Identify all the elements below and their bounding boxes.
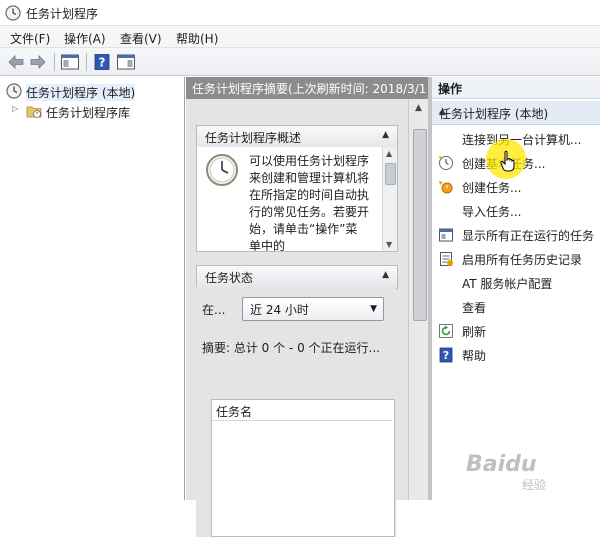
status-summary: 摘要: 总计 0 个 - 0 个正在运行... xyxy=(202,341,380,355)
window-title: 任务计划程序 xyxy=(26,7,99,21)
help-icon: ? xyxy=(439,347,453,363)
actions-group-header[interactable]: 任务计划程序 (本地) ▲ xyxy=(432,101,600,125)
action-enable-task-history[interactable]: 启用所有任务历史记录 xyxy=(432,247,600,271)
status-section-header[interactable]: 任务状态 ▲ xyxy=(196,265,398,289)
action-import-task[interactable]: 导入任务... xyxy=(432,199,600,223)
create-basic-task-icon xyxy=(439,156,453,170)
action-label: 查看 xyxy=(462,301,487,315)
action-label: 刷新 xyxy=(462,325,487,339)
overview-text: 可以使用任务计划程序来创建和管理计算机将在所指定的时间自动执行的常见任务。若要开… xyxy=(249,154,370,252)
scroll-thumb[interactable] xyxy=(413,129,427,321)
svg-text:?: ? xyxy=(99,56,106,70)
watermark-sub: 经验 xyxy=(522,478,547,492)
action-create-task[interactable]: 创建任务... xyxy=(432,175,600,199)
scroll-down-arrow-icon[interactable]: ▼ xyxy=(386,240,392,249)
show-hide-action-pane-icon[interactable] xyxy=(116,53,136,71)
tree-item-library-label: 任务计划程序库 xyxy=(46,106,131,120)
collapse-arrow-icon[interactable]: ▲ xyxy=(382,130,389,140)
summary-scrollbar[interactable]: ▲ xyxy=(408,99,428,500)
overview-section-header[interactable]: 任务计划程序概述 ▲ xyxy=(196,125,398,149)
help-icon[interactable]: ? xyxy=(92,53,112,71)
summary-header-text: 任务计划程序摘要(上次刷新时间: 2018/3/1 xyxy=(192,82,427,96)
watermark-logo: Baidu xyxy=(466,452,537,477)
title-bar: 任务计划程序 xyxy=(0,0,600,26)
forward-arrow-icon[interactable] xyxy=(28,53,48,71)
menu-help[interactable]: 帮助(H) xyxy=(176,30,218,47)
menu-file[interactable]: 文件(F) xyxy=(10,30,50,47)
task-history-icon xyxy=(440,252,453,266)
action-help[interactable]: ? 帮助 xyxy=(432,343,600,367)
clock-icon xyxy=(5,5,21,21)
task-table-header: 任务名 xyxy=(212,400,392,421)
overview-section-body: 可以使用任务计划程序来创建和管理计算机将在所指定的时间自动执行的常见任务。若要开… xyxy=(196,147,398,252)
action-label: 创建任务... xyxy=(462,181,522,195)
collapse-arrow-icon[interactable]: ▲ xyxy=(382,270,389,280)
action-label: AT 服务帐户配置 xyxy=(462,277,553,291)
action-label: 启用所有任务历史记录 xyxy=(462,253,583,267)
status-section-title: 任务状态 xyxy=(205,271,254,285)
action-refresh[interactable]: 刷新 xyxy=(432,319,600,343)
show-hide-console-tree-icon[interactable] xyxy=(60,53,80,71)
action-label: 导入任务... xyxy=(462,205,522,219)
tree-item-root[interactable]: 任务计划程序 (本地) xyxy=(0,81,184,101)
back-arrow-icon[interactable] xyxy=(6,53,26,71)
scroll-thumb[interactable] xyxy=(385,163,396,185)
actions-header: 操作 xyxy=(432,77,600,99)
refresh-icon xyxy=(439,324,453,338)
running-tasks-icon xyxy=(439,228,453,242)
toolbar-separator xyxy=(86,53,87,71)
overview-scrollbar[interactable]: ▲ ▼ xyxy=(382,147,397,251)
column-task-name[interactable]: 任务名 xyxy=(216,403,252,420)
collapse-arrow-icon[interactable]: ▲ xyxy=(439,107,596,117)
actions-header-text: 操作 xyxy=(438,82,463,96)
summary-header: 任务计划程序摘要(上次刷新时间: 2018/3/1 xyxy=(186,77,428,99)
toolbar: ? xyxy=(0,48,600,76)
scroll-up-arrow-icon[interactable]: ▲ xyxy=(386,149,392,158)
menu-bar: 文件(F) 操作(A) 查看(V) 帮助(H) xyxy=(0,26,600,48)
console-tree: 任务计划程序 (本地) ▷ 任务计划程序库 xyxy=(0,77,185,500)
tree-item-library[interactable]: ▷ 任务计划程序库 xyxy=(0,101,184,121)
scroll-up-arrow-icon[interactable]: ▲ xyxy=(415,103,422,113)
action-label: 帮助 xyxy=(462,349,487,363)
summary-pane: 任务计划程序摘要(上次刷新时间: 2018/3/1 任务计划程序概述 ▲ 可以使… xyxy=(186,77,428,537)
action-show-running-tasks[interactable]: 显示所有正在运行的任务 xyxy=(432,223,600,247)
watermark: Baidu 经验 xyxy=(460,448,600,498)
menu-action[interactable]: 操作(A) xyxy=(64,30,106,47)
actions-pane: 操作 任务计划程序 (本地) ▲ 连接到另一台计算机... 创建基本任务... … xyxy=(432,77,600,500)
action-label: 连接到另一台计算机... xyxy=(462,133,582,147)
menu-view[interactable]: 查看(V) xyxy=(120,30,162,47)
action-label: 显示所有正在运行的任务 xyxy=(462,229,595,243)
hand-cursor-icon xyxy=(500,150,515,172)
folder-clock-icon xyxy=(26,106,42,118)
svg-text:?: ? xyxy=(443,349,449,362)
task-status-table[interactable]: 任务名 xyxy=(211,399,395,537)
clock-icon xyxy=(6,83,22,99)
action-at-service-config[interactable]: AT 服务帐户配置 xyxy=(432,271,600,295)
action-view[interactable]: 查看 xyxy=(432,295,600,319)
time-range-dropdown[interactable]: 近 24 小时 ▼ xyxy=(242,297,384,321)
clock-icon xyxy=(206,154,238,186)
summary-content: 任务计划程序概述 ▲ 可以使用任务计划程序来创建和管理计算机将在所指定的时间自动… xyxy=(186,99,428,537)
tree-item-root-label: 任务计划程序 (本地) xyxy=(26,84,136,101)
expand-arrow-icon[interactable]: ▷ xyxy=(12,104,22,114)
create-task-icon xyxy=(439,181,453,194)
range-label: 在... xyxy=(202,303,226,317)
time-range-value: 近 24 小时 xyxy=(250,303,309,317)
toolbar-separator xyxy=(54,53,55,71)
chevron-down-icon: ▼ xyxy=(370,304,377,314)
overview-section-title: 任务计划程序概述 xyxy=(205,131,302,145)
